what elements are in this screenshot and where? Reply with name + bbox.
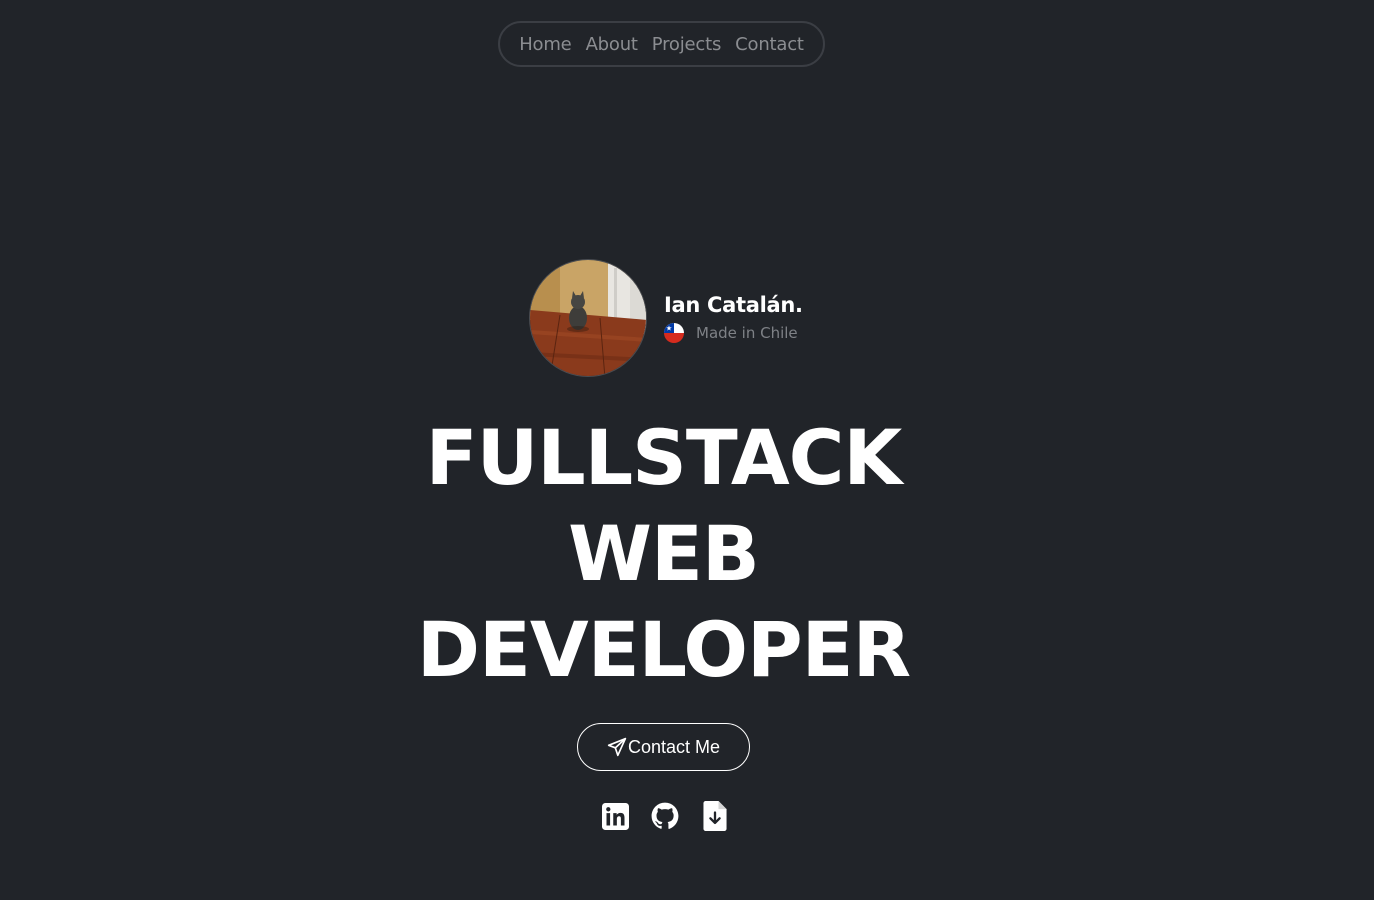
nav-home-link[interactable]: Home (519, 34, 572, 55)
hero-headline: FULLSTACK WEB DEVELOPER (0, 410, 1327, 698)
top-navigation: Home About Projects Contact (498, 21, 825, 67)
nav-about-link[interactable]: About (586, 34, 638, 55)
download-file-icon[interactable] (701, 801, 729, 831)
nav-contact-link[interactable]: Contact (735, 34, 804, 55)
contact-me-button[interactable]: Contact Me (577, 723, 750, 771)
cat-photo (530, 260, 646, 376)
headline-line-1: FULLSTACK (425, 413, 903, 502)
social-links (601, 801, 729, 831)
chile-flag-icon (664, 323, 684, 343)
nav-projects-link[interactable]: Projects (652, 34, 722, 55)
contact-me-label: Contact Me (627, 736, 721, 757)
headline-line-2: WEB (568, 509, 760, 598)
origin-text: Made in Chile (696, 324, 798, 342)
profile-origin: Made in Chile (664, 323, 803, 343)
profile-text: Ian Catalán. Made in Chile (664, 293, 803, 343)
profile-card: Ian Catalán. Made in Chile (529, 259, 803, 377)
headline-line-3: DEVELOPER (416, 605, 911, 694)
avatar (529, 259, 647, 377)
github-icon[interactable] (651, 801, 679, 831)
linkedin-icon[interactable] (601, 801, 629, 831)
paper-plane-icon (607, 737, 627, 757)
profile-name: Ian Catalán. (664, 293, 803, 317)
